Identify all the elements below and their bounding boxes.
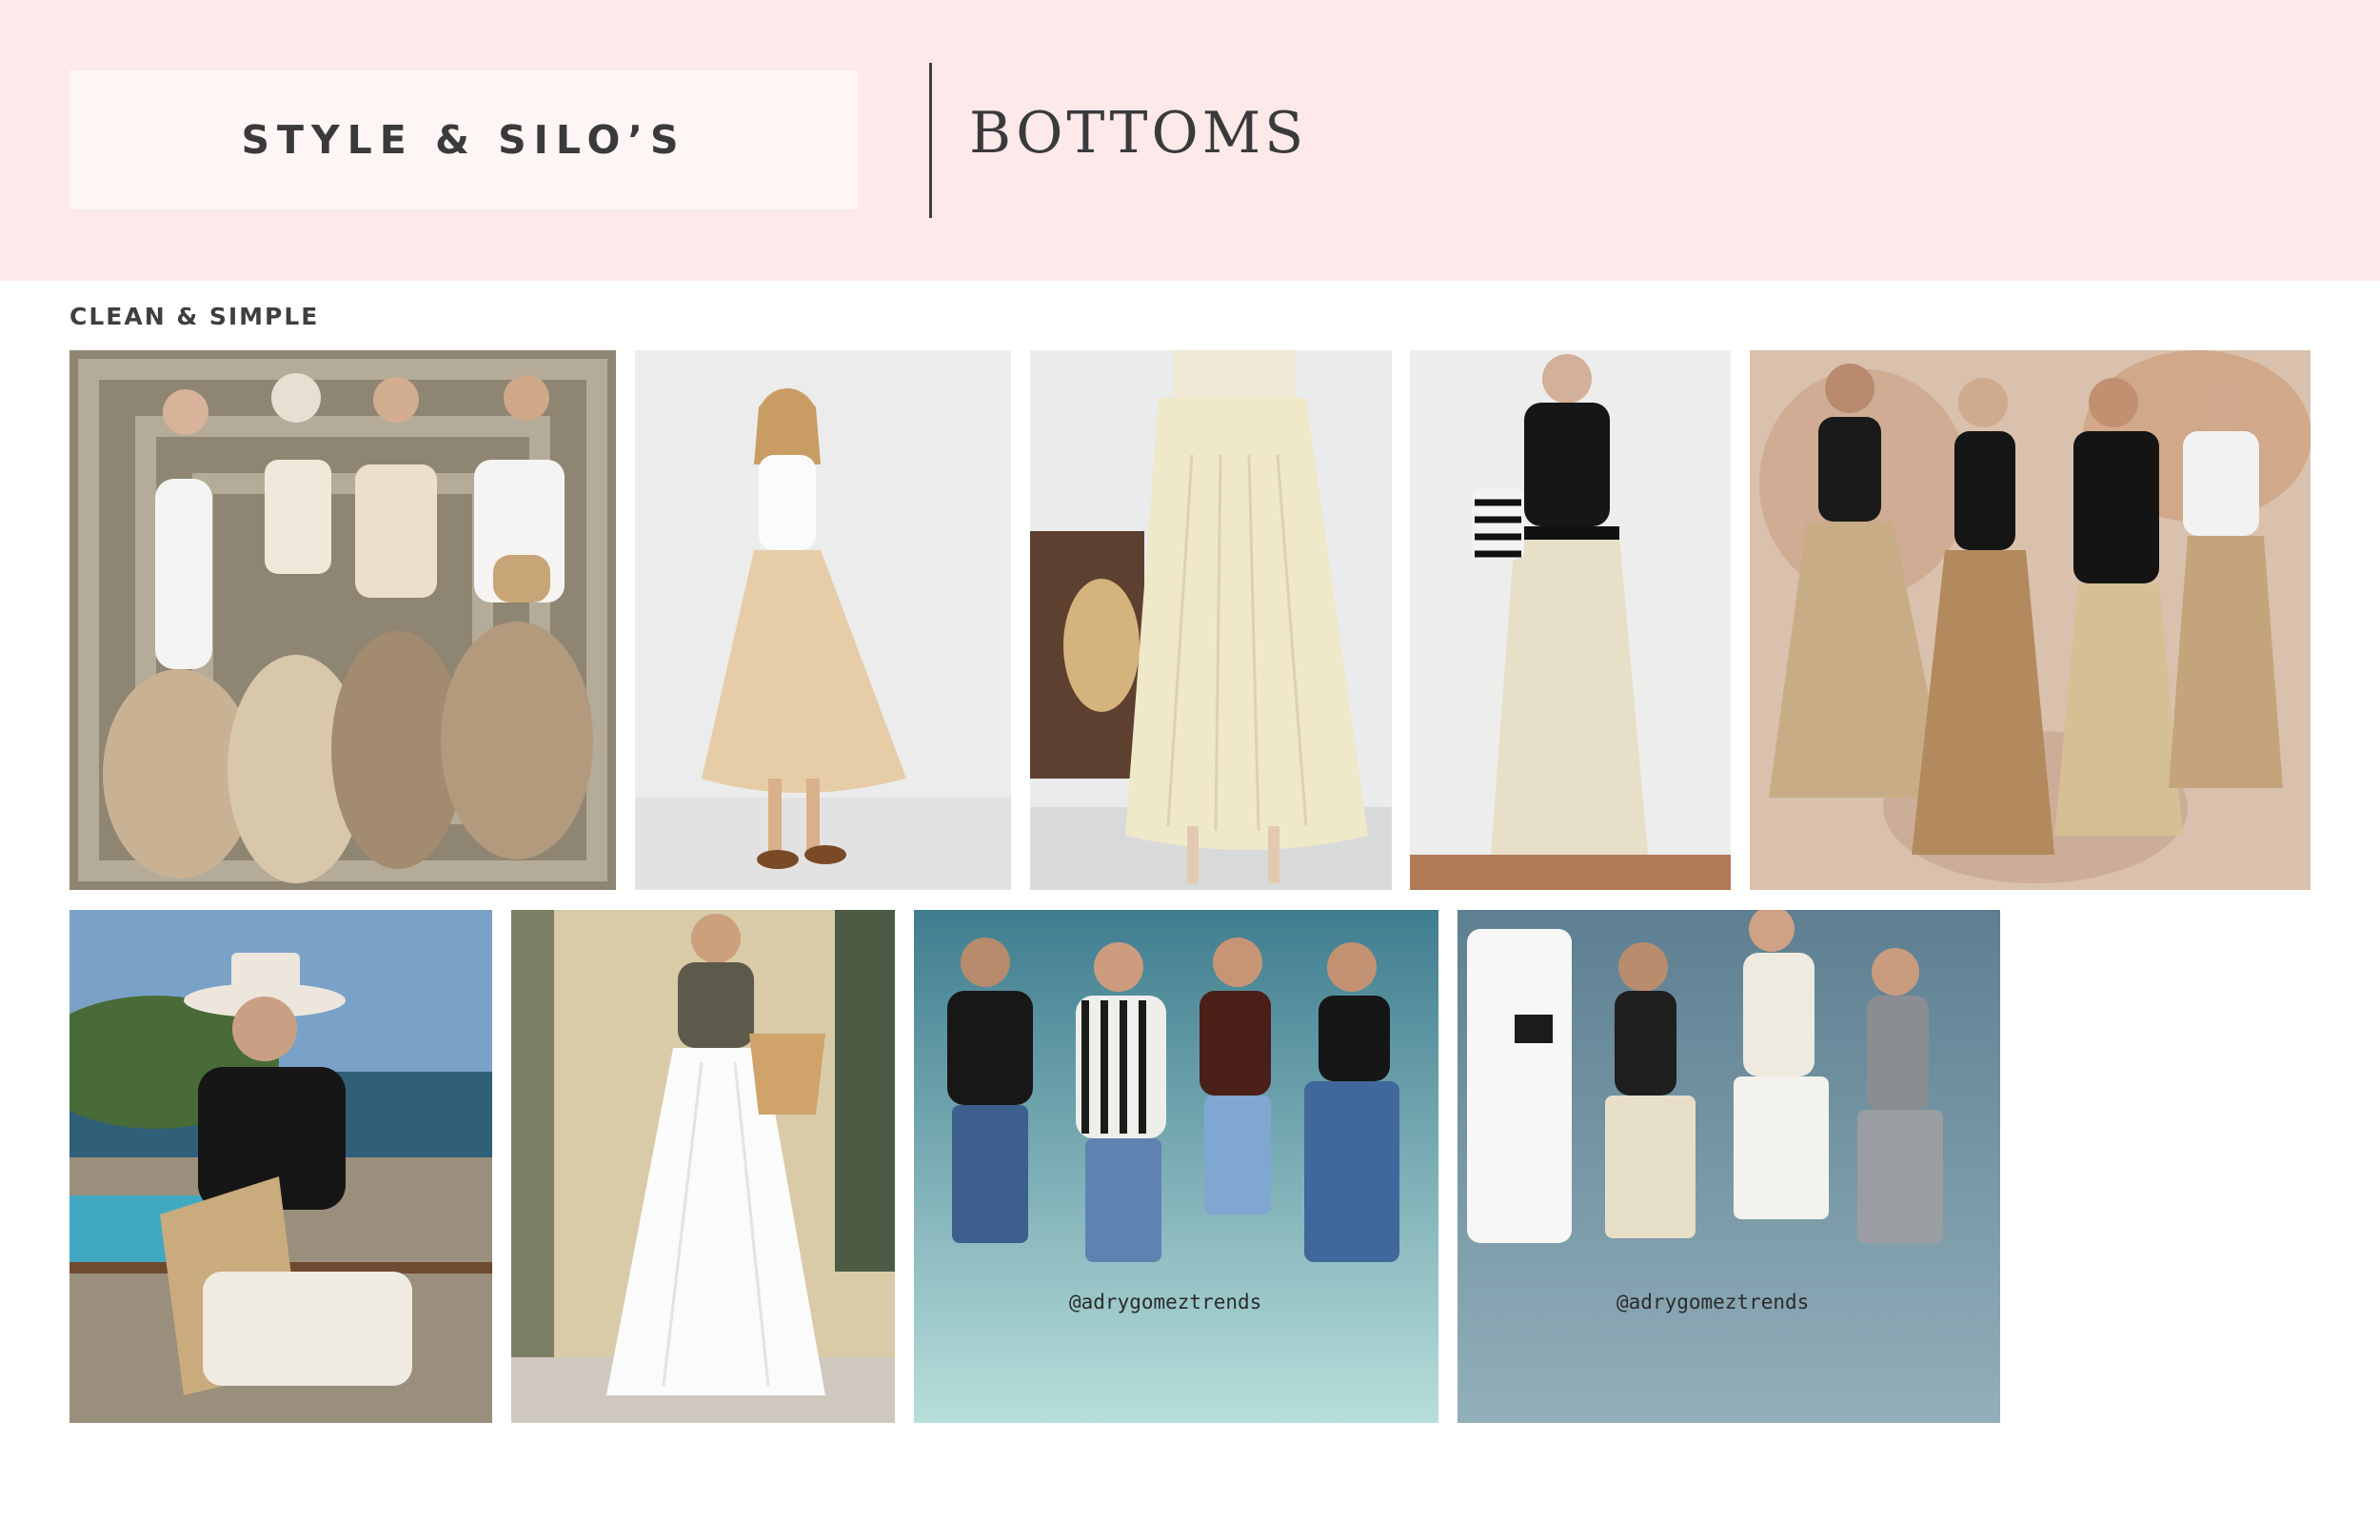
outfit-photo-4	[1410, 350, 1731, 890]
header-divider	[929, 63, 932, 218]
brand-title: STYLE & SILO’S	[241, 117, 686, 163]
outfit-photo-2	[635, 350, 1011, 890]
outfit-photo-3	[1030, 350, 1392, 890]
photo-watermark: @adrygomeztrends	[1069, 1291, 1262, 1313]
brand-box: STYLE & SILO’S	[69, 70, 858, 209]
photo-watermark: @adrygomeztrends	[1616, 1291, 1810, 1313]
outfit-photo-8: @adrygomeztrends	[914, 910, 1438, 1423]
outfit-photo-7	[511, 910, 895, 1423]
outfit-photo-5	[1750, 350, 2311, 890]
outfit-photo-9: @adrygomeztrends	[1458, 910, 2000, 1423]
section-title: BOTTOMS	[969, 100, 1308, 167]
subheading: CLEAN & SIMPLE	[69, 303, 320, 330]
outfit-photo-6	[69, 910, 492, 1423]
outfit-photo-1	[69, 350, 616, 890]
